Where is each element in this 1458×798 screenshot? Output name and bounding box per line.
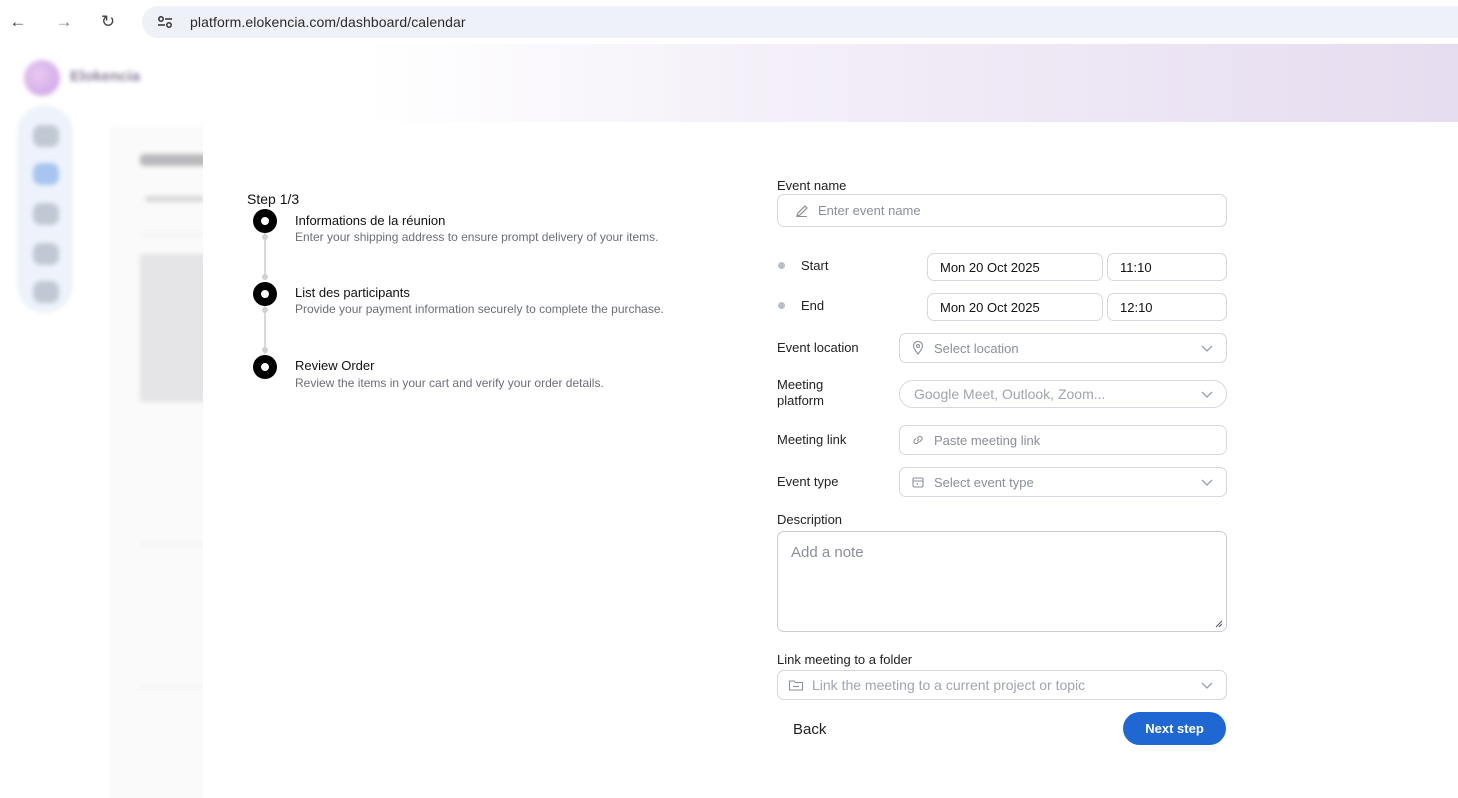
address-bar[interactable]: platform.elokencia.com/dashboard/calenda… (142, 6, 1458, 38)
event-location-label: Event location (777, 340, 859, 355)
folder-label: Link meeting to a folder (777, 652, 913, 667)
end-label: End (801, 298, 825, 313)
app-header (0, 44, 1458, 122)
event-name-input[interactable]: Enter event name (777, 194, 1227, 227)
meeting-platform-label-line2: platform (777, 393, 824, 408)
home-icon (33, 125, 59, 147)
start-bullet (778, 262, 785, 269)
step-connector-dot (262, 234, 268, 240)
chevron-down-icon (1201, 479, 1213, 486)
step-2-description: Provide your payment information securel… (295, 302, 664, 316)
reload-icon[interactable]: ↻ (96, 10, 120, 34)
step-connector-dot (262, 347, 268, 353)
event-type-label: Event type (777, 474, 839, 489)
description-textarea[interactable]: Add a note (777, 531, 1227, 632)
step-3-description: Review the items in your cart and verify… (295, 376, 604, 390)
end-time-field[interactable]: 12:10 (1107, 293, 1227, 321)
step-1-title: Informations de la réunion (295, 213, 446, 228)
step-2-title: List des participants (295, 285, 410, 300)
step-2-marker (253, 282, 277, 306)
grid-icon (33, 281, 59, 303)
chevron-down-icon (1201, 682, 1213, 689)
end-bullet (778, 302, 785, 309)
event-type-select[interactable]: Select event type (899, 467, 1227, 497)
event-name-label: Event name (777, 178, 847, 193)
folder-icon (33, 243, 59, 265)
event-name-placeholder: Enter event name (818, 203, 921, 218)
event-location-placeholder: Select location (934, 340, 1019, 356)
meeting-platform-placeholder: Google Meet, Outlook, Zoom... (914, 386, 1106, 402)
folder-link-icon (788, 677, 804, 693)
app-brand-name: Elokencia (70, 68, 141, 85)
meeting-platform-label: Meeting platform (777, 377, 824, 409)
meeting-link-label: Meeting link (777, 432, 847, 447)
create-event-modal: Step 1/3 Informations de la réunion Ente… (203, 124, 1458, 798)
calendar-icon (33, 163, 59, 185)
back-button[interactable]: Back (793, 714, 853, 744)
step-connector-dot (262, 307, 268, 313)
start-time-value: 11:10 (1120, 259, 1152, 275)
meeting-platform-select[interactable]: Google Meet, Outlook, Zoom... (899, 380, 1227, 408)
event-location-select[interactable]: Select location (899, 333, 1227, 363)
url-text: platform.elokencia.com/dashboard/calenda… (190, 14, 466, 30)
video-icon (33, 203, 59, 225)
calendar-event-icon (910, 474, 926, 490)
back-arrow-icon[interactable]: ← (6, 10, 30, 34)
location-pin-icon (910, 340, 926, 356)
link-icon (910, 432, 926, 448)
step-3-title: Review Order (295, 358, 375, 373)
description-label: Description (777, 512, 843, 527)
app-logo (24, 60, 60, 96)
pencil-icon (794, 203, 810, 219)
end-date-value: Mon 20 Oct 2025 (940, 299, 1040, 315)
end-time-value: 12:10 (1120, 299, 1153, 315)
step-indicator: Step 1/3 (247, 191, 300, 207)
start-label: Start (801, 258, 829, 273)
browser-toolbar: ← → ↻ platform.elokencia.com/dashboard/c… (0, 0, 1458, 44)
resize-handle-icon[interactable] (1215, 620, 1223, 628)
meeting-link-input[interactable]: Paste meeting link (899, 425, 1227, 455)
start-date-field[interactable]: Mon 20 Oct 2025 (927, 253, 1103, 281)
event-type-placeholder: Select event type (934, 474, 1034, 490)
folder-placeholder: Link the meeting to a current project or… (812, 677, 1086, 693)
start-time-field[interactable]: 11:10 (1107, 253, 1227, 281)
forward-arrow-icon[interactable]: → (52, 10, 76, 34)
meeting-link-placeholder: Paste meeting link (934, 432, 1041, 448)
step-1-description: Enter your shipping address to ensure pr… (295, 230, 659, 244)
start-date-value: Mon 20 Oct 2025 (940, 259, 1040, 275)
step-connector-dot (262, 274, 268, 280)
step-3-marker (253, 355, 277, 379)
end-date-field[interactable]: Mon 20 Oct 2025 (927, 293, 1103, 321)
meeting-platform-label-line1: Meeting (777, 377, 824, 392)
description-placeholder: Add a note (791, 544, 864, 561)
step-1-marker (253, 209, 277, 233)
folder-select[interactable]: Link the meeting to a current project or… (777, 670, 1227, 700)
chevron-down-icon (1201, 345, 1213, 352)
chevron-down-icon (1201, 391, 1213, 398)
app-sidebar (18, 106, 72, 312)
list-item (140, 254, 210, 402)
next-step-button[interactable]: Next step (1123, 712, 1226, 745)
site-settings-icon[interactable] (148, 10, 182, 34)
page-title (140, 154, 210, 166)
breadcrumb (145, 196, 205, 202)
